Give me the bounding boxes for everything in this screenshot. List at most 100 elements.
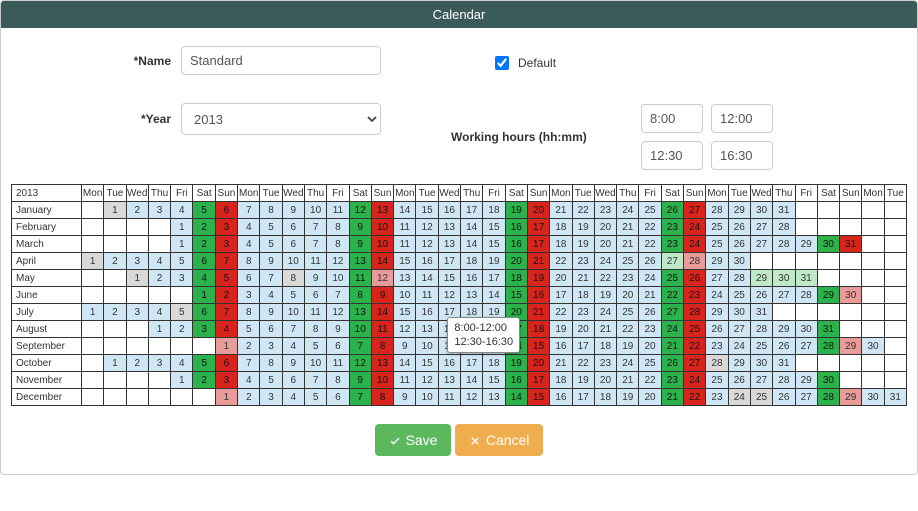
calendar-day[interactable]: 23 xyxy=(684,287,706,304)
calendar-day[interactable]: 25 xyxy=(706,372,728,389)
calendar-day[interactable]: 24 xyxy=(684,372,706,389)
wh-end-am[interactable] xyxy=(711,104,773,133)
calendar-day[interactable]: 21 xyxy=(617,236,639,253)
calendar-day[interactable]: 9 xyxy=(260,253,282,270)
calendar-day[interactable]: 25 xyxy=(639,355,661,372)
calendar-day[interactable]: 9 xyxy=(371,287,393,304)
calendar-day[interactable]: 23 xyxy=(572,304,594,321)
calendar-day[interactable]: 30 xyxy=(862,338,884,355)
calendar-day[interactable]: 1 xyxy=(215,338,237,355)
calendar-day[interactable]: 17 xyxy=(461,202,483,219)
calendar-day[interactable]: 14 xyxy=(371,304,393,321)
calendar-day[interactable]: 27 xyxy=(750,372,772,389)
calendar-day[interactable]: 19 xyxy=(594,287,616,304)
calendar-day[interactable]: 2 xyxy=(148,270,170,287)
calendar-day[interactable]: 8 xyxy=(327,219,349,236)
calendar-day[interactable]: 21 xyxy=(661,338,683,355)
calendar-day[interactable]: 26 xyxy=(706,321,728,338)
calendar-day[interactable]: 15 xyxy=(394,253,416,270)
calendar-day[interactable]: 24 xyxy=(617,355,639,372)
calendar-day[interactable]: 15 xyxy=(394,304,416,321)
calendar-day[interactable]: 13 xyxy=(349,304,371,321)
calendar-day[interactable]: 18 xyxy=(550,236,572,253)
calendar-day[interactable]: 2 xyxy=(238,389,260,406)
calendar-day[interactable]: 11 xyxy=(394,219,416,236)
calendar-day[interactable]: 29 xyxy=(840,338,862,355)
calendar-day[interactable]: 10 xyxy=(416,389,438,406)
calendar-day[interactable]: 22 xyxy=(572,355,594,372)
calendar-day[interactable]: 25 xyxy=(617,304,639,321)
calendar-day[interactable]: 4 xyxy=(282,389,304,406)
calendar-day[interactable]: 13 xyxy=(349,253,371,270)
calendar-day[interactable]: 9 xyxy=(304,270,326,287)
calendar-day[interactable]: 26 xyxy=(661,355,683,372)
calendar-day[interactable]: 19 xyxy=(483,253,505,270)
calendar-day[interactable]: 2 xyxy=(215,287,237,304)
calendar-day[interactable]: 31 xyxy=(795,270,817,287)
calendar-day[interactable]: 8 xyxy=(327,236,349,253)
calendar-day[interactable]: 14 xyxy=(461,219,483,236)
calendar-day[interactable]: 29 xyxy=(728,202,750,219)
calendar-day[interactable]: 2 xyxy=(126,355,148,372)
calendar-day[interactable]: 16 xyxy=(527,287,549,304)
calendar-day[interactable]: 7 xyxy=(238,202,260,219)
calendar-day[interactable]: 14 xyxy=(505,389,527,406)
calendar-day[interactable]: 29 xyxy=(795,372,817,389)
calendar-day[interactable]: 19 xyxy=(572,219,594,236)
calendar-day[interactable]: 27 xyxy=(750,236,772,253)
calendar-day[interactable]: 21 xyxy=(550,202,572,219)
calendar-day[interactable]: 22 xyxy=(550,253,572,270)
calendar-day[interactable]: 7 xyxy=(349,338,371,355)
calendar-day[interactable]: 23 xyxy=(572,253,594,270)
calendar-day[interactable]: 15 xyxy=(416,202,438,219)
calendar-day[interactable]: 1 xyxy=(82,304,104,321)
calendar-day[interactable]: 22 xyxy=(684,338,706,355)
calendar-day[interactable]: 13 xyxy=(371,355,393,372)
calendar-day[interactable]: 5 xyxy=(260,372,282,389)
calendar-day[interactable]: 13 xyxy=(416,321,438,338)
calendar-day[interactable]: 27 xyxy=(661,253,683,270)
calendar-day[interactable]: 30 xyxy=(750,202,772,219)
calendar-day[interactable]: 14 xyxy=(394,355,416,372)
calendar-day[interactable]: 25 xyxy=(750,338,772,355)
calendar-day[interactable]: 7 xyxy=(304,372,326,389)
calendar-day[interactable]: 25 xyxy=(706,236,728,253)
calendar-day[interactable]: 6 xyxy=(215,355,237,372)
calendar-day[interactable]: 10 xyxy=(304,355,326,372)
calendar-day[interactable]: 28 xyxy=(728,270,750,287)
calendar-day[interactable]: 24 xyxy=(594,304,616,321)
calendar-day[interactable]: 3 xyxy=(215,236,237,253)
calendar-day[interactable]: 4 xyxy=(171,202,193,219)
calendar-day[interactable]: 29 xyxy=(840,389,862,406)
calendar-day[interactable]: 28 xyxy=(817,389,839,406)
calendar-day[interactable]: 5 xyxy=(171,304,193,321)
calendar-day[interactable]: 9 xyxy=(349,236,371,253)
calendar-day[interactable]: 7 xyxy=(215,253,237,270)
calendar-day[interactable]: 18 xyxy=(550,372,572,389)
calendar-day[interactable]: 12 xyxy=(416,219,438,236)
calendar-day[interactable]: 23 xyxy=(661,219,683,236)
calendar-day[interactable]: 15 xyxy=(438,270,460,287)
calendar-day[interactable]: 20 xyxy=(527,202,549,219)
calendar-day[interactable]: 19 xyxy=(550,321,572,338)
calendar-day[interactable]: 28 xyxy=(773,236,795,253)
calendar-day[interactable]: 2 xyxy=(193,372,215,389)
calendar-day[interactable]: 18 xyxy=(594,338,616,355)
cancel-button[interactable]: Cancel xyxy=(455,424,544,456)
calendar-day[interactable]: 27 xyxy=(728,321,750,338)
calendar-day[interactable]: 28 xyxy=(706,355,728,372)
calendar-day[interactable]: 29 xyxy=(706,253,728,270)
calendar-day[interactable]: 3 xyxy=(171,270,193,287)
calendar-day[interactable]: 20 xyxy=(594,372,616,389)
calendar-day[interactable]: 9 xyxy=(282,202,304,219)
calendar-day[interactable]: 2 xyxy=(238,338,260,355)
calendar-day[interactable]: 1 xyxy=(171,236,193,253)
calendar-day[interactable]: 18 xyxy=(461,253,483,270)
calendar-day[interactable]: 28 xyxy=(795,287,817,304)
calendar-day[interactable]: 3 xyxy=(238,287,260,304)
calendar-day[interactable]: 31 xyxy=(750,304,772,321)
calendar-day[interactable]: 7 xyxy=(215,304,237,321)
calendar-day[interactable]: 4 xyxy=(238,236,260,253)
year-select[interactable]: 2013 xyxy=(181,103,381,135)
calendar-day[interactable]: 1 xyxy=(104,202,126,219)
